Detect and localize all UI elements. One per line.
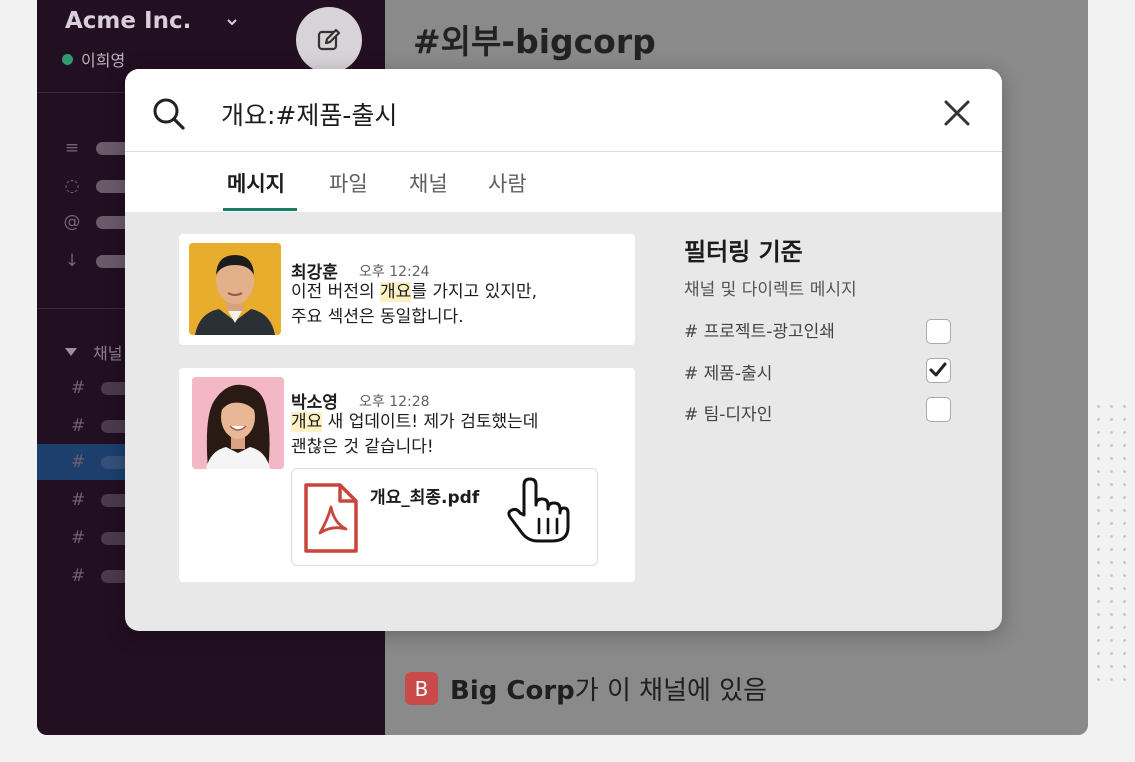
hash-icon: # (71, 452, 86, 472)
compose-icon (317, 28, 341, 51)
file-attachment[interactable]: 개요_최종.pdf (291, 468, 598, 566)
channel-title: #외부-bigcorp (413, 22, 656, 61)
message-icon: ◌ (64, 176, 80, 196)
message-time: 오후 12:28 (359, 394, 430, 410)
chevron-down-icon[interactable] (225, 15, 239, 29)
note-suffix: 가 이 채널에 있음 (574, 676, 768, 706)
file-name[interactable]: 개요_최종.pdf (370, 483, 479, 508)
filter-checkbox[interactable] (926, 319, 951, 344)
highlighted-match: 개요 (291, 412, 323, 432)
compose-button[interactable] (296, 7, 362, 73)
filter-option-label: # 프로젝트-광고인쇄 (684, 322, 835, 342)
text-segment: 를 가지고 있지만, (411, 282, 537, 302)
shared-channel-text: Big Corp가 이 채널에 있음 (450, 670, 767, 707)
hand-pointer-cursor-icon (507, 477, 570, 543)
presence-dot (62, 53, 73, 65)
nav-mentions[interactable]: @ (62, 212, 132, 232)
at-icon: @ (63, 212, 81, 232)
text-segment: 괜찮은 것 같습니다! (291, 437, 434, 457)
active-tab-indicator (223, 208, 297, 211)
current-user: 이희영 (62, 47, 125, 71)
hash-icon: # (71, 566, 86, 586)
pdf-file-icon (304, 483, 358, 553)
org-badge: B (405, 672, 438, 705)
filter-option-label: # 제품-출시 (684, 364, 773, 384)
dot-pattern-decoration (1092, 400, 1132, 690)
avatar-image (189, 243, 281, 335)
search-tabs: 메시지 파일 채널 사람 (125, 152, 1002, 212)
search-icon (153, 98, 185, 130)
channels-section-header[interactable]: 채널 (65, 340, 122, 364)
avatar (192, 377, 284, 469)
nav-downloads[interactable]: ↓ (62, 251, 132, 271)
search-result-message[interactable]: 박소영 오후 12:28 개요 새 업데이트! 제가 검토했는데 괜찮은 것 같… (179, 368, 635, 582)
arrow-down-icon: ↓ (64, 251, 80, 271)
shared-channel-note: B Big Corp가 이 채널에 있음 (405, 670, 767, 707)
threads-icon: ≡ (64, 138, 80, 158)
search-result-message[interactable]: 최강훈 오후 12:24 이전 버전의 개요를 가지고 있지만, 주요 섹션은 … (179, 234, 635, 345)
hash-icon: # (71, 490, 86, 510)
close-icon[interactable] (943, 99, 971, 127)
search-input[interactable]: 개요:#제품-출시 (221, 96, 397, 132)
hash-icon: # (71, 528, 86, 548)
avatar (189, 243, 281, 335)
filter-title: 필터링 기준 (684, 238, 803, 266)
tab-files[interactable]: 파일 (329, 168, 368, 198)
filter-option-label: # 팀-디자인 (684, 405, 773, 425)
tab-people[interactable]: 사람 (488, 168, 527, 198)
workspace-name[interactable]: Acme Inc. (65, 8, 191, 34)
text-segment: 이전 버전의 (291, 282, 381, 302)
checkmark-icon (929, 362, 947, 377)
text-segment: 주요 섹션은 동일합니다. (291, 307, 464, 327)
tab-channels[interactable]: 채널 (409, 168, 448, 198)
filter-subtitle: 채널 및 다이렉트 메시지 (684, 280, 857, 300)
nav-dms[interactable]: ◌ (62, 176, 132, 196)
user-name: 이희영 (81, 51, 126, 70)
message-text: 이전 버전의 개요를 가지고 있지만, 주요 섹션은 동일합니다. (291, 280, 537, 330)
filter-checkbox[interactable] (926, 358, 951, 383)
avatar-image (192, 377, 284, 469)
tab-messages[interactable]: 메시지 (227, 168, 285, 198)
search-modal: 개요:#제품-출시 메시지 파일 채널 사람 최강훈 오후 12:24 이전 버… (125, 69, 1002, 631)
section-label: 채널 (93, 344, 123, 363)
hash-icon: # (71, 416, 86, 436)
message-time: 오후 12:24 (359, 264, 430, 280)
highlighted-match: 개요 (380, 282, 412, 302)
hash-icon: # (71, 378, 86, 398)
search-bar[interactable]: 개요:#제품-출시 (125, 69, 1002, 152)
org-name: Big Corp (450, 676, 575, 706)
text-segment: 새 업데이트! 제가 검토했는데 (322, 412, 539, 432)
filter-checkbox[interactable] (926, 397, 951, 422)
message-text: 개요 새 업데이트! 제가 검토했는데 괜찮은 것 같습니다! (291, 410, 538, 460)
caret-down-icon (65, 348, 77, 356)
